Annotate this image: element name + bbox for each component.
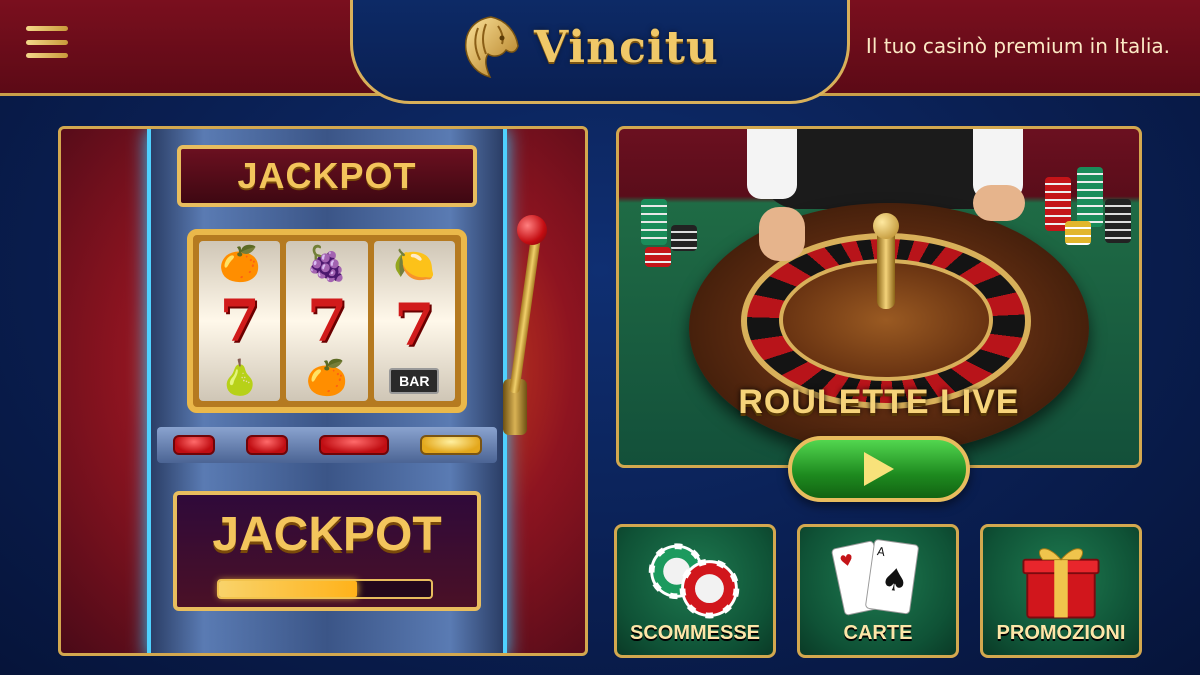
reel-3: 🍋 7 BAR bbox=[373, 241, 455, 401]
orange-icon: 🍊 bbox=[305, 359, 349, 398]
jackpot-display: JACKPOT bbox=[173, 491, 481, 611]
roulette-title: ROULETTE LIVE bbox=[738, 383, 1020, 421]
hamburger-menu-icon[interactable] bbox=[24, 22, 70, 62]
chip-stack-icon bbox=[1077, 167, 1103, 227]
jackpot-progress-fill bbox=[219, 581, 357, 597]
category-tile-promozioni[interactable]: PROMOZIONI bbox=[980, 524, 1142, 658]
play-button[interactable] bbox=[788, 436, 970, 502]
lever-knob-icon[interactable] bbox=[517, 215, 547, 245]
roulette-turret-cap bbox=[873, 213, 899, 239]
dealer-sleeve-left bbox=[747, 129, 797, 199]
dealer-hand-left bbox=[759, 207, 805, 261]
chip-stack-icon bbox=[641, 199, 667, 245]
slot-button-3[interactable] bbox=[318, 435, 389, 455]
seven-symbol: 7 bbox=[306, 286, 348, 355]
category-tile-scommesse[interactable]: SCOMMESSE bbox=[614, 524, 776, 658]
orange-icon: 🍊 bbox=[218, 244, 261, 283]
slot-machine: JACKPOT 🍊 7 🍐 🍇 7 🍊 🍋 7 BAR JACKPOT bbox=[147, 129, 547, 653]
tagline: Il tuo casinò premium in Italia. bbox=[865, 34, 1170, 58]
playing-cards-icon: ♥ ♠ A bbox=[831, 539, 919, 616]
chip-stack-icon bbox=[1105, 199, 1131, 243]
pear-icon: 🍐 bbox=[218, 359, 261, 398]
lion-head-icon bbox=[464, 16, 519, 79]
reel-2: 🍇 7 🍊 bbox=[286, 241, 368, 401]
brand-name: Vincitu bbox=[534, 21, 719, 73]
chip-stack-icon bbox=[645, 247, 671, 267]
spin-button[interactable] bbox=[419, 435, 482, 455]
dealer-hand-right bbox=[973, 185, 1025, 221]
jackpot-progress-bar bbox=[217, 579, 433, 599]
gift-box-icon bbox=[1022, 548, 1100, 619]
roulette-live-card[interactable]: ROULETTE LIVE bbox=[616, 126, 1142, 468]
lemon-icon: 🍋 bbox=[393, 246, 436, 284]
lever-stick[interactable] bbox=[509, 233, 542, 394]
seven-symbol: 7 bbox=[394, 291, 435, 359]
slot-buttons bbox=[157, 427, 497, 463]
reel-1: 🍊 7 🍐 bbox=[199, 241, 281, 401]
brand-logo[interactable]: Vincitu bbox=[458, 10, 748, 84]
casino-chips-icon bbox=[648, 543, 740, 619]
chip-stack-icon bbox=[671, 225, 697, 251]
slot-reels: 🍊 7 🍐 🍇 7 🍊 🍋 7 BAR bbox=[187, 229, 467, 413]
tile-label: SCOMMESSE bbox=[629, 622, 761, 644]
grapes-icon: 🍇 bbox=[305, 244, 349, 283]
tile-label: PROMOZIONI bbox=[996, 622, 1126, 644]
slot-button-1[interactable] bbox=[172, 435, 215, 455]
slot-button-2[interactable] bbox=[245, 435, 288, 455]
seven-symbol: 7 bbox=[219, 286, 260, 355]
chip-stack-icon bbox=[1065, 221, 1091, 245]
category-tile-carte[interactable]: ♥ ♠ A CARTE bbox=[797, 524, 959, 658]
bar-symbol: BAR bbox=[389, 368, 440, 394]
tile-label: CARTE bbox=[843, 622, 913, 644]
svg-text:♠: ♠ bbox=[879, 561, 911, 600]
jackpot-top-sign: JACKPOT bbox=[177, 145, 477, 207]
jackpot-label: JACKPOT bbox=[212, 508, 442, 561]
play-icon bbox=[864, 452, 894, 486]
slot-machine-card[interactable]: JACKPOT 🍊 7 🍐 🍇 7 🍊 🍋 7 BAR JACKPOT bbox=[58, 126, 588, 656]
